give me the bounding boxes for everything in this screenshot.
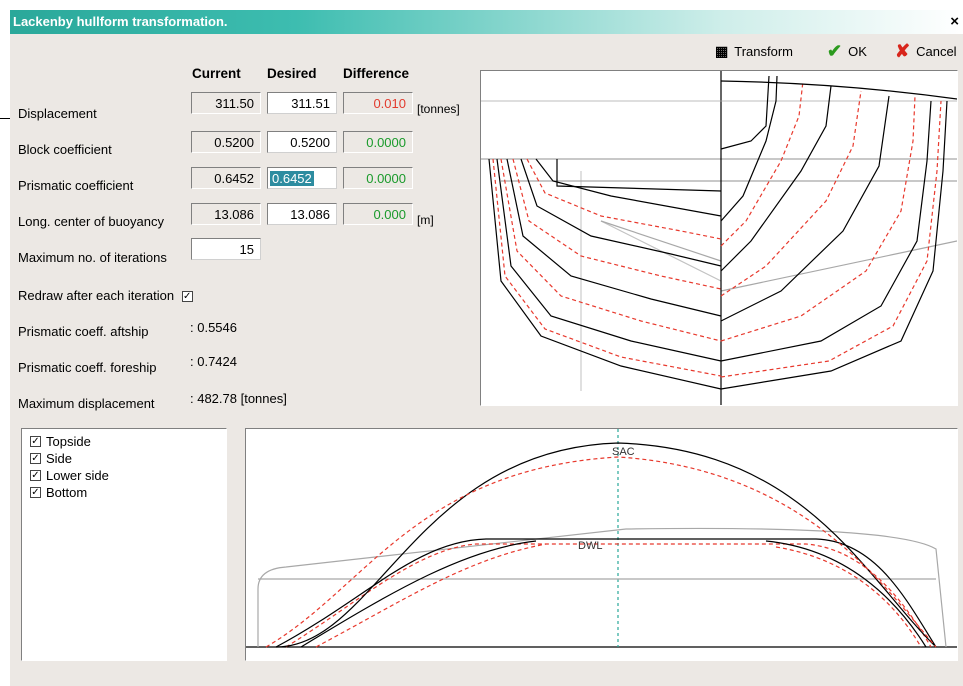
column-desired: Desired	[267, 66, 317, 81]
prismatic-aft-value: : 0.5546	[190, 320, 237, 335]
displacement-difference: 0.010	[343, 92, 413, 114]
layer-bottom-checkbox[interactable]: ✓	[30, 487, 41, 498]
layer-bottom-label: Bottom	[46, 485, 88, 500]
max-displacement-label: Maximum displacement	[18, 396, 155, 411]
cancel-button[interactable]: ✘ Cancel	[895, 40, 957, 62]
prismatic-coefficient-desired[interactable]: 0.6452	[267, 167, 337, 189]
title-bar: Lackenby hullform transformation. ×	[10, 10, 963, 34]
layer-item-bottom[interactable]: ✓ Bottom	[30, 484, 226, 501]
ok-button-label: OK	[848, 43, 867, 59]
layer-topside-checkbox[interactable]: ✓	[30, 436, 41, 447]
layer-item-topside[interactable]: ✓ Topside	[30, 433, 226, 450]
transform-button-label: Transform	[734, 43, 793, 59]
layer-list: ✓ Topside ✓ Side ✓ Lower side ✓ Bottom	[21, 428, 227, 661]
cancel-button-label: Cancel	[916, 43, 957, 59]
column-difference: Difference	[343, 66, 410, 81]
layer-side-label: Side	[46, 451, 73, 466]
transform-button[interactable]: ▦ Transform	[715, 40, 793, 62]
layer-item-side[interactable]: ✓ Side	[30, 450, 226, 467]
displacement-desired[interactable]: 311.51	[267, 92, 337, 114]
lcb-current: 13.086	[191, 203, 261, 225]
left-edge-line	[0, 118, 10, 119]
layer-topside-label: Topside	[46, 434, 91, 449]
lcb-unit: [m]	[417, 213, 434, 227]
layer-side-checkbox[interactable]: ✓	[30, 453, 41, 464]
lcb-difference: 0.000	[343, 203, 413, 225]
body-plan-drawing	[481, 71, 958, 405]
lcb-label: Long. center of buoyancy	[18, 214, 164, 229]
block-coefficient-desired[interactable]: 0.5200	[267, 131, 337, 153]
block-coefficient-label: Block coefficient	[18, 142, 112, 157]
body-plan-view[interactable]	[480, 70, 958, 406]
cross-icon: ✘	[895, 40, 911, 61]
layer-item-lower-side[interactable]: ✓ Lower side	[30, 467, 226, 484]
max-displacement-value: : 482.78 [tonnes]	[190, 391, 287, 406]
checkmark-icon: ✔	[827, 40, 843, 61]
redraw-row: Redraw after each iteration ✓	[18, 288, 193, 303]
prismatic-aft-label: Prismatic coeff. aftship	[18, 324, 149, 339]
prismatic-coefficient-label: Prismatic coefficient	[18, 178, 134, 193]
prismatic-coefficient-current: 0.6452	[191, 167, 261, 189]
displacement-current: 311.50	[191, 92, 261, 114]
displacement-label: Displacement	[18, 106, 97, 121]
prismatic-coefficient-difference: 0.0000	[343, 167, 413, 189]
sac-plot-view[interactable]: SAC DWL	[245, 428, 958, 661]
block-coefficient-current: 0.5200	[191, 131, 261, 153]
redraw-label: Redraw after each iteration	[18, 288, 175, 303]
prismatic-fore-value: : 0.7424	[190, 354, 237, 369]
redraw-checkbox[interactable]: ✓	[181, 291, 193, 303]
layer-lower-side-checkbox[interactable]: ✓	[30, 470, 41, 481]
sac-drawing: SAC DWL	[246, 429, 957, 648]
dialog-window: Lackenby hullform transformation. × ▦ Tr…	[10, 10, 963, 686]
window-title: Lackenby hullform transformation.	[13, 14, 228, 29]
displacement-unit: [tonnes]	[417, 102, 460, 116]
column-current: Current	[192, 66, 241, 81]
prismatic-selected-text: 0.6452	[270, 171, 314, 186]
prismatic-fore-label: Prismatic coeff. foreship	[18, 360, 157, 375]
lcb-desired[interactable]: 13.086	[267, 203, 337, 225]
block-coefficient-difference: 0.0000	[343, 131, 413, 153]
close-button[interactable]: ×	[950, 13, 959, 30]
iterations-label: Maximum no. of iterations	[18, 250, 167, 265]
layer-lower-side-label: Lower side	[46, 468, 109, 483]
iterations-input[interactable]: 15	[191, 238, 261, 260]
dwl-label: DWL	[578, 540, 602, 552]
sac-label: SAC	[612, 446, 635, 458]
ok-button[interactable]: ✔ OK	[827, 40, 867, 62]
calculator-icon: ▦	[715, 42, 729, 59]
